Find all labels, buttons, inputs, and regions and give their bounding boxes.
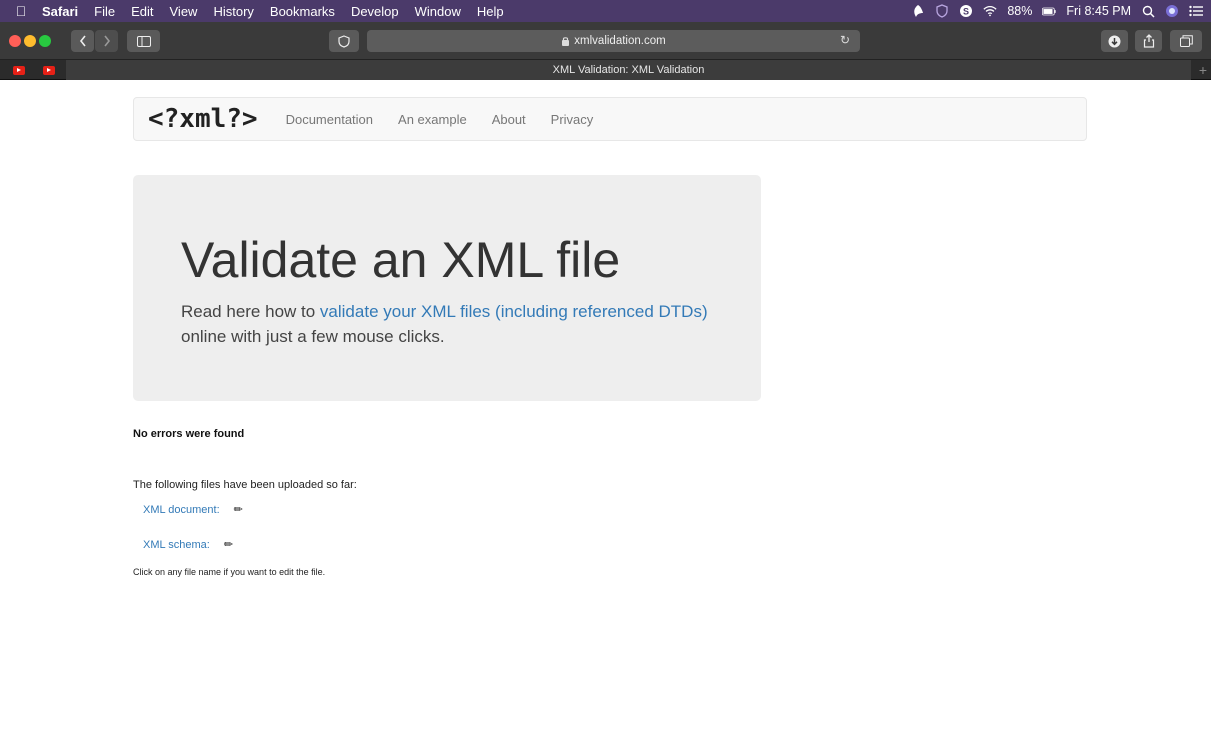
download-icon xyxy=(1108,35,1121,47)
reload-icon[interactable]: ↻ xyxy=(840,33,850,47)
pencil-icon[interactable]: ✏ xyxy=(224,538,233,551)
menu-history[interactable]: History xyxy=(205,4,261,19)
wifi-icon[interactable] xyxy=(983,4,997,18)
apple-icon[interactable]:  xyxy=(8,3,34,19)
menu-safari[interactable]: Safari xyxy=(34,4,86,19)
tab-title: XML Validation: XML Validation xyxy=(552,64,705,76)
privacy-shield-button[interactable] xyxy=(329,30,359,52)
tab-overview-button[interactable] xyxy=(1170,30,1202,52)
file-row-xml-schema: XML schema: ✏ xyxy=(143,538,233,552)
site-navbar: <?xml?> Documentation An example About P… xyxy=(133,97,1087,141)
pencil-icon[interactable]: ✏ xyxy=(234,503,243,516)
siri-icon[interactable] xyxy=(1165,4,1179,18)
status-tray: S 88% Fri 8:45 PM xyxy=(911,0,1203,22)
minimize-window-button[interactable] xyxy=(24,35,36,47)
shield-icon[interactable] xyxy=(935,4,949,18)
notification-center-icon[interactable] xyxy=(1189,4,1203,18)
pinned-tab-youtube-1[interactable] xyxy=(6,63,32,77)
share-button[interactable] xyxy=(1135,30,1162,52)
battery-icon[interactable] xyxy=(1042,4,1057,18)
spotlight-search-icon[interactable] xyxy=(1141,4,1155,18)
validation-status: No errors were found xyxy=(133,428,245,440)
menu-edit[interactable]: Edit xyxy=(123,4,161,19)
skype-icon[interactable]: S xyxy=(959,4,973,18)
menu-help[interactable]: Help xyxy=(469,4,512,19)
sidebar-icon xyxy=(136,35,151,47)
chevron-right-icon xyxy=(103,35,110,47)
shield-icon xyxy=(338,34,350,48)
sidebar-toggle-button[interactable] xyxy=(127,30,160,52)
battery-percent: 88% xyxy=(1007,4,1033,18)
nav-link-documentation[interactable]: Documentation xyxy=(286,112,373,127)
menu-develop[interactable]: Develop xyxy=(343,4,407,19)
hero-text-before: Read here how to xyxy=(181,302,320,321)
hero-text-after: online with just a few mouse clicks. xyxy=(181,327,445,346)
menu-view[interactable]: View xyxy=(162,4,206,19)
address-bar[interactable]: xmlvalidation.com ↻ xyxy=(367,30,860,52)
youtube-icon xyxy=(43,65,55,75)
clock[interactable]: Fri 8:45 PM xyxy=(1066,4,1131,18)
tab-bar: XML Validation: XML Validation + xyxy=(0,60,1211,80)
file-link-xml-schema[interactable]: XML schema: xyxy=(143,539,210,551)
forward-button[interactable] xyxy=(95,30,118,52)
lock-icon xyxy=(562,37,570,46)
youtube-icon xyxy=(13,65,25,75)
fullscreen-window-button[interactable] xyxy=(39,35,51,47)
share-icon xyxy=(1143,34,1154,48)
back-button[interactable] xyxy=(71,30,94,52)
tabs-icon xyxy=(1179,35,1193,47)
new-tab-button[interactable]: + xyxy=(1199,62,1207,78)
file-link-xml-document[interactable]: XML document: xyxy=(143,504,220,516)
menu-window[interactable]: Window xyxy=(407,4,469,19)
tab-active[interactable]: XML Validation: XML Validation xyxy=(66,60,1191,80)
downloads-button[interactable] xyxy=(1101,30,1128,52)
svg-text:S: S xyxy=(963,7,969,17)
nav-link-privacy[interactable]: Privacy xyxy=(551,112,594,127)
chevron-left-icon xyxy=(79,35,86,47)
file-row-xml-document: XML document: ✏ xyxy=(143,503,243,517)
hero-heading: Validate an XML file xyxy=(181,232,621,288)
nav-link-example[interactable]: An example xyxy=(398,112,467,127)
menu-bar:  Safari File Edit View History Bookmark… xyxy=(0,0,1211,22)
uploaded-files-label: The following files have been uploaded s… xyxy=(133,479,357,491)
close-window-button[interactable] xyxy=(9,35,21,47)
web-page: <?xml?> Documentation An example About P… xyxy=(0,81,1211,751)
browser-toolbar: xmlvalidation.com ↻ xyxy=(0,22,1211,60)
hero-validate-link[interactable]: validate your XML files (including refer… xyxy=(320,302,708,321)
menu-file[interactable]: File xyxy=(86,4,123,19)
nav-link-about[interactable]: About xyxy=(492,112,526,127)
site-logo[interactable]: <?xml?> xyxy=(148,104,258,134)
url-text: xmlvalidation.com xyxy=(574,35,666,47)
hero-description: Read here how to validate your XML files… xyxy=(181,299,741,349)
vpn-icon[interactable] xyxy=(911,4,925,18)
pinned-tab-youtube-2[interactable] xyxy=(36,63,62,77)
menu-bookmarks[interactable]: Bookmarks xyxy=(262,4,343,19)
edit-hint: Click on any file name if you want to ed… xyxy=(133,567,326,577)
hero-jumbotron: Validate an XML file Read here how to va… xyxy=(133,175,761,401)
